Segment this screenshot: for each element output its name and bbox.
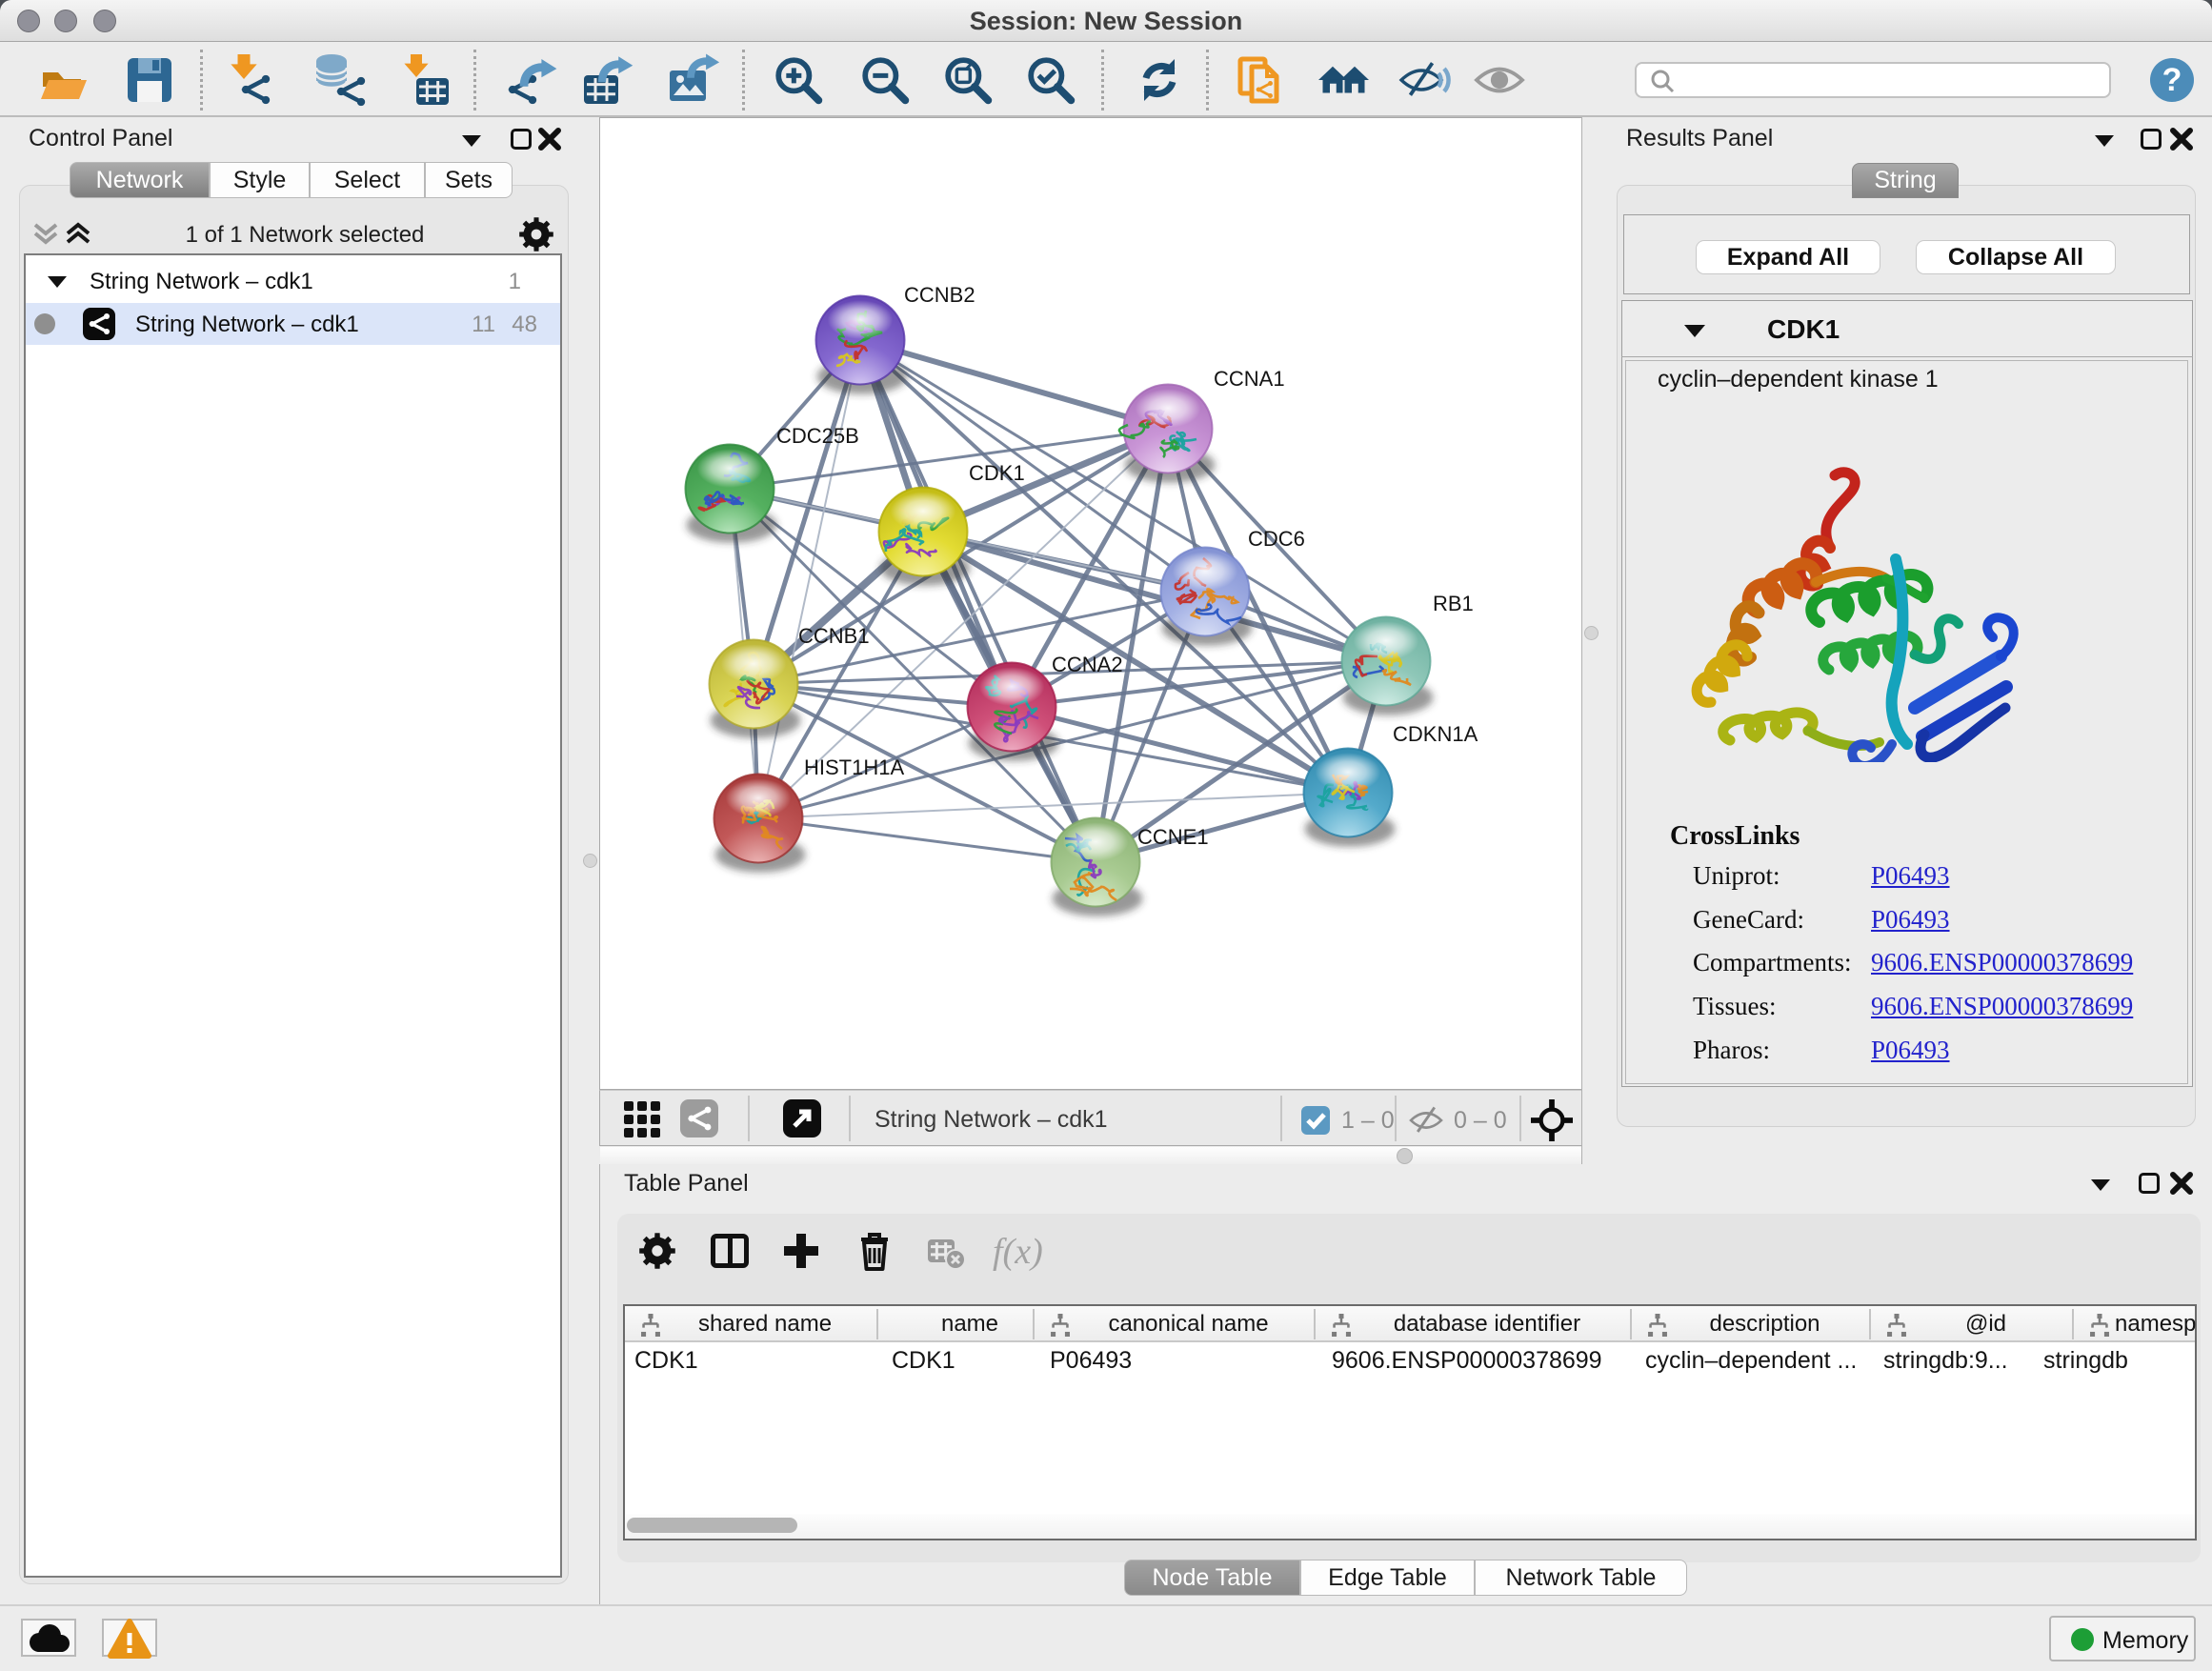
svg-text:CCNE1: CCNE1 xyxy=(1137,825,1209,849)
svg-text:HIST1H1A: HIST1H1A xyxy=(804,755,904,779)
svg-text:CCNA1: CCNA1 xyxy=(1214,367,1285,391)
svg-text:CDKN1A: CDKN1A xyxy=(1393,722,1478,746)
svg-text:CDK1: CDK1 xyxy=(969,461,1025,485)
svg-text:CDC6: CDC6 xyxy=(1248,527,1305,551)
svg-text:CCNA2: CCNA2 xyxy=(1052,653,1123,676)
svg-text:RB1: RB1 xyxy=(1433,592,1474,615)
svg-text:CDC25B: CDC25B xyxy=(776,424,859,448)
svg-text:CCNB2: CCNB2 xyxy=(904,283,975,307)
svg-text:CCNB1: CCNB1 xyxy=(798,624,870,648)
